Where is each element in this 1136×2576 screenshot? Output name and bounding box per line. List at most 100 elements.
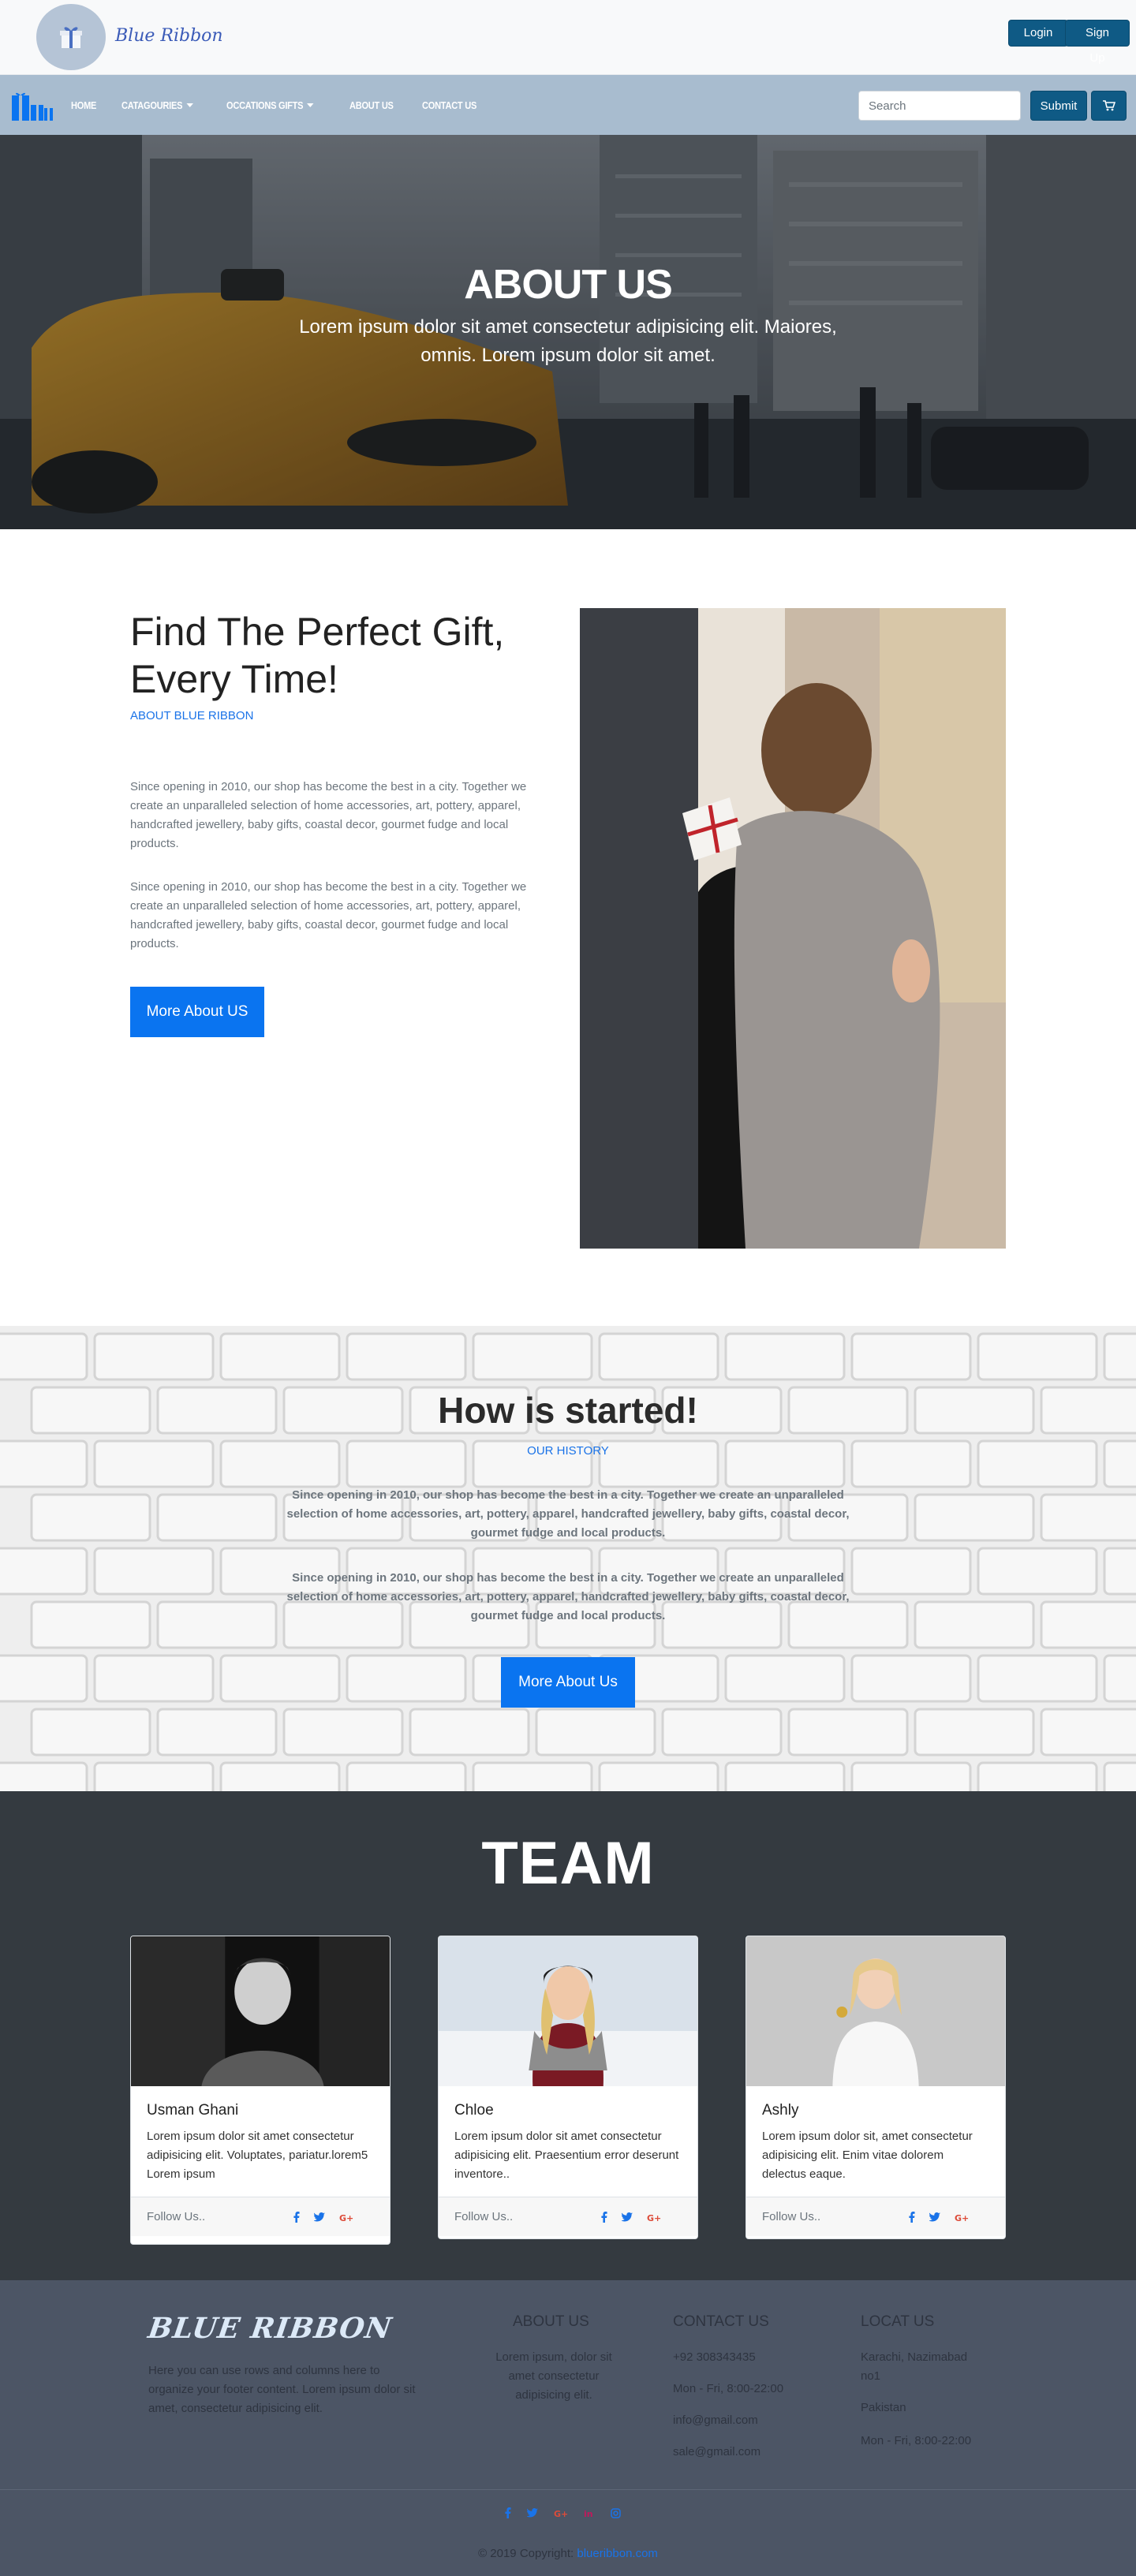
team-member-name: Ashly <box>762 2102 799 2119</box>
cart-button[interactable] <box>1091 91 1127 121</box>
nav-item-catagouries[interactable]: Catagouries <box>121 99 193 111</box>
team-card-footer: Follow Us.. G+ <box>746 2197 1005 2236</box>
caret-down-icon <box>307 103 314 107</box>
footer-about-text: Lorem ipsum, dolor sit amet consectetur … <box>495 2350 612 2402</box>
more-about-us-button-2[interactable]: More About Us <box>501 1657 635 1708</box>
google-plus-icon[interactable]: G+ <box>647 2212 661 2222</box>
footer-divider <box>0 2489 1136 2490</box>
history-paragraph-1: Since opening in 2010, our shop has beco… <box>286 1488 850 1540</box>
team-card-body: Chloe Lorem ipsum dolor sit amet consect… <box>439 2086 697 2197</box>
footer-contact-email-info[interactable]: info@gmail.com <box>673 2411 758 2430</box>
footer-contact-email-sale[interactable]: sale@gmail.com <box>673 2443 760 2462</box>
team-socials: G+ <box>909 2211 969 2223</box>
footer-contact-heading: CONTACT US <box>673 2313 769 2330</box>
history-title: How is started! <box>438 1390 698 1431</box>
facebook-icon[interactable] <box>293 2211 300 2223</box>
twitter-icon[interactable] <box>929 2212 940 2222</box>
team-member-bio: Lorem ipsum dolor sit amet consectetur a… <box>454 2130 679 2181</box>
shopping-cart-icon <box>1102 100 1115 111</box>
footer-location-address: Karachi, Nazimabad no1 <box>861 2350 968 2383</box>
footer-brand[interactable]: BLUE RIBBON <box>146 2312 394 2345</box>
find-gift-section: Find The Perfect Gift, Every Time! ABOUT… <box>0 529 1136 1326</box>
google-plus-icon[interactable]: G+ <box>339 2212 353 2222</box>
nav-item-contact-us[interactable]: Contact US <box>422 99 476 111</box>
twitter-icon[interactable] <box>314 2212 325 2222</box>
more-about-us-button[interactable]: More About US <box>130 987 264 1037</box>
hero-title: ABOUT US <box>464 262 673 308</box>
nav-item-about-us[interactable]: About US <box>349 99 394 111</box>
facebook-icon[interactable] <box>505 2507 511 2518</box>
follow-us-label: Follow Us.. <box>454 2210 514 2223</box>
team-member-bio: Lorem ipsum dolor sit, amet consectetur … <box>762 2130 973 2181</box>
twitter-icon[interactable] <box>527 2508 538 2518</box>
nav-links: Home Catagouries Occations Gifts About U… <box>71 75 506 135</box>
signup-button[interactable]: Sign Up <box>1065 20 1130 65</box>
team-card-ashly: Ashly Lorem ipsum dolor sit, amet consec… <box>746 1936 1006 2239</box>
footer-about-heading: ABOUT US <box>513 2313 589 2330</box>
team-socials: G+ <box>293 2211 353 2223</box>
copyright-link[interactable]: blueribbon.com <box>577 2547 658 2560</box>
nav-item-home[interactable]: Home <box>71 99 96 111</box>
footer-contact-hours: Mon - Fri, 8:00-22:00 <box>673 2382 784 2395</box>
copyright: © 2019 Copyright: blueribbon.com <box>0 2547 1136 2560</box>
facebook-icon[interactable] <box>601 2211 607 2223</box>
history-eyebrow: OUR HISTORY <box>527 1444 609 1458</box>
twitter-icon[interactable] <box>622 2212 633 2222</box>
instagram-icon[interactable] <box>611 2507 621 2518</box>
copyright-text: © 2019 Copyright: <box>478 2547 574 2560</box>
team-card-body: Usman Ghani Lorem ipsum dolor sit amet c… <box>131 2086 390 2197</box>
footer-socials: G+ in <box>505 2507 621 2518</box>
top-bar: Blue Ribbon Login Sign Up <box>0 0 1136 75</box>
svg-text:G+: G+ <box>339 2213 353 2222</box>
team-member-name: Usman Ghani <box>147 2102 239 2119</box>
svg-text:G+: G+ <box>955 2213 969 2222</box>
main-navbar: Home Catagouries Occations Gifts About U… <box>0 75 1136 135</box>
submit-button[interactable]: Submit <box>1030 91 1087 121</box>
caret-down-icon <box>186 103 193 107</box>
team-photo-ashly <box>746 1936 1005 2086</box>
hero-section: ABOUT US Lorem ipsum dolor sit amet cons… <box>0 135 1136 529</box>
footer-location-country: Pakistan <box>861 2401 906 2414</box>
team-member-bio: Lorem ipsum dolor sit amet consectetur a… <box>147 2130 368 2181</box>
hero-subtitle: Lorem ipsum dolor sit amet consectetur a… <box>299 316 837 366</box>
team-photo-usman <box>131 1936 390 2086</box>
google-plus-icon[interactable]: G+ <box>554 2508 568 2518</box>
facebook-icon[interactable] <box>909 2211 915 2223</box>
history-paragraph-2: Since opening in 2010, our shop has beco… <box>286 1571 850 1622</box>
team-card-body: Ashly Lorem ipsum dolor sit, amet consec… <box>746 2086 1005 2197</box>
nav-item-occations-gifts[interactable]: Occations Gifts <box>226 99 314 111</box>
find-gift-paragraph-1: Since opening in 2010, our shop has beco… <box>130 780 527 850</box>
brand-logo[interactable] <box>36 4 106 70</box>
svg-text:in: in <box>584 2509 593 2518</box>
brand-name[interactable]: Blue Ribbon <box>115 26 223 46</box>
svg-text:G+: G+ <box>554 2509 568 2518</box>
login-button[interactable]: Login <box>1008 20 1068 47</box>
team-card-chloe: Chloe Lorem ipsum dolor sit amet consect… <box>438 1936 698 2239</box>
search-input[interactable] <box>858 91 1021 121</box>
history-section: How is started! OUR HISTORY Since openin… <box>0 1326 1136 1791</box>
google-plus-icon[interactable]: G+ <box>955 2212 969 2222</box>
follow-us-label: Follow Us.. <box>762 2210 821 2223</box>
team-title: TEAM <box>481 1830 655 1897</box>
svg-text:G+: G+ <box>647 2213 661 2222</box>
find-gift-title: Find The Perfect Gift, Every Time! <box>130 610 505 701</box>
footer-location-heading: LOCAT US <box>861 2313 935 2330</box>
footer-description: Here you can use rows and columns here t… <box>148 2364 416 2415</box>
team-card-usman: Usman Ghani Lorem ipsum dolor sit amet c… <box>130 1936 390 2245</box>
gift-boxes-icon[interactable] <box>12 92 53 121</box>
team-socials: G+ <box>601 2211 661 2223</box>
linkedin-icon[interactable]: in <box>584 2508 595 2518</box>
gift-logo-icon <box>60 27 82 48</box>
find-gift-eyebrow: ABOUT BLUE RIBBON <box>130 709 254 722</box>
site-footer: BLUE RIBBON Here you can use rows and co… <box>0 2280 1136 2576</box>
team-member-name: Chloe <box>454 2102 494 2119</box>
gift-hug-photo <box>580 608 1006 1249</box>
team-card-footer: Follow Us.. G+ <box>131 2197 390 2236</box>
team-section: TEAM Usman Ghani Lorem ipsum dolor sit a… <box>0 1791 1136 2280</box>
find-gift-paragraph-2: Since opening in 2010, our shop has beco… <box>130 880 527 950</box>
footer-location-hours: Mon - Fri, 8:00-22:00 <box>861 2434 972 2447</box>
footer-contact-phone[interactable]: +92 308343435 <box>673 2348 756 2367</box>
team-photo-chloe <box>439 1936 697 2086</box>
team-card-footer: Follow Us.. G+ <box>439 2197 697 2236</box>
follow-us-label: Follow Us.. <box>147 2210 206 2223</box>
